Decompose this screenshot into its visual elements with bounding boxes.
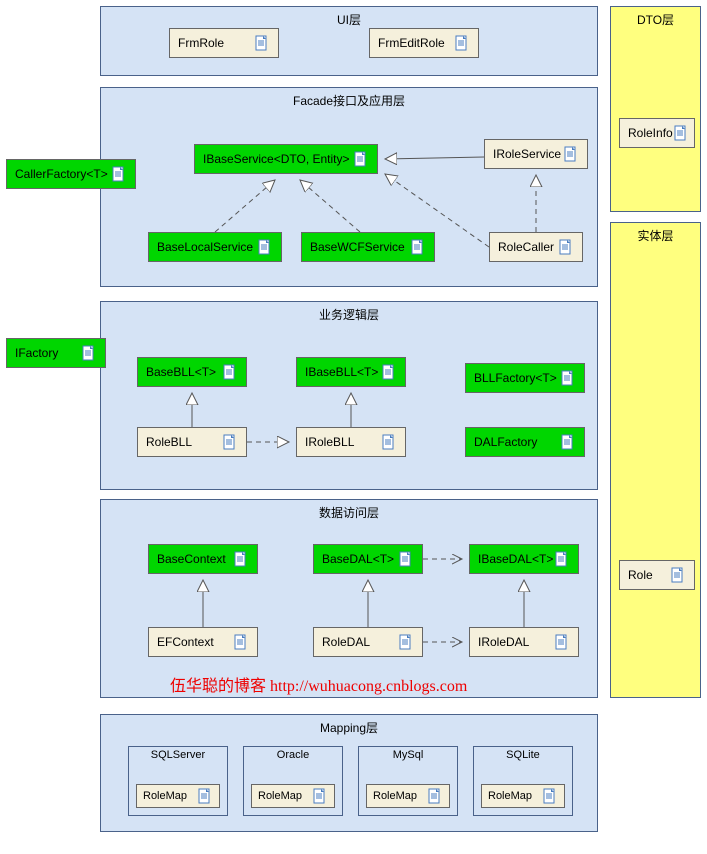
facade-layer-title: Facade接口及应用层 — [101, 88, 597, 113]
oracle-rolemap-label: RoleMap — [258, 790, 302, 802]
irole-dal-label: IRoleDAL — [478, 635, 529, 649]
document-icon — [410, 239, 426, 255]
document-icon — [398, 634, 414, 650]
role-label: Role — [628, 568, 653, 582]
role-info-node: RoleInfo — [619, 118, 695, 148]
sqlserver-rolemap-label: RoleMap — [143, 790, 187, 802]
dal-layer: 数据访问层 — [100, 499, 598, 698]
role-node: Role — [619, 560, 695, 590]
document-icon — [560, 370, 576, 386]
irole-dal-node: IRoleDAL — [469, 627, 579, 657]
ifactory-node: IFactory — [6, 338, 106, 368]
sqlite-rolemap-label: RoleMap — [488, 790, 532, 802]
base-dal-node: BaseDAL<T> — [313, 544, 423, 574]
entity-layer-title: 实体层 — [611, 223, 700, 248]
ifactory-label: IFactory — [15, 346, 58, 360]
document-icon — [254, 35, 270, 51]
document-icon — [554, 634, 570, 650]
mysql-rolemap-label: RoleMap — [373, 790, 417, 802]
role-dal-node: RoleDAL — [313, 627, 423, 657]
base-local-service-label: BaseLocalService — [157, 240, 253, 254]
ef-context-node: EFContext — [148, 627, 258, 657]
bll-layer: 业务逻辑层 — [100, 301, 598, 490]
role-info-label: RoleInfo — [628, 126, 673, 140]
sqlite-rolemap: RoleMap — [481, 784, 565, 808]
mysql-title: MySql — [359, 747, 457, 763]
ibase-service-node: IBaseService<DTO, Entity> — [194, 144, 378, 174]
ibase-dal-label: IBaseDAL<T> — [478, 552, 553, 566]
ibase-service-label: IBaseService<DTO, Entity> — [203, 152, 350, 166]
entity-layer: 实体层 — [610, 222, 701, 698]
frm-role-label: FrmRole — [178, 36, 224, 50]
base-context-label: BaseContext — [157, 552, 226, 566]
document-icon — [111, 166, 127, 182]
role-bll-label: RoleBLL — [146, 435, 192, 449]
caller-factory-label: CallerFactory<T> — [15, 167, 108, 181]
document-icon — [398, 551, 414, 567]
irole-bll-node: IRoleBLL — [296, 427, 406, 457]
frm-edit-role-label: FrmEditRole — [378, 36, 445, 50]
document-icon — [197, 788, 213, 804]
irole-service-node: IRoleService — [484, 139, 588, 169]
base-context-node: BaseContext — [148, 544, 258, 574]
ibase-dal-node: IBaseDAL<T> — [469, 544, 579, 574]
document-icon — [222, 364, 238, 380]
mapping-layer-title: Mapping层 — [101, 715, 597, 740]
dal-layer-title: 数据访问层 — [101, 500, 597, 525]
irole-service-label: IRoleService — [493, 147, 561, 161]
sqlserver-rolemap: RoleMap — [136, 784, 220, 808]
base-local-service-node: BaseLocalService — [148, 232, 282, 262]
document-icon — [673, 125, 689, 141]
role-dal-label: RoleDAL — [322, 635, 370, 649]
bll-factory-node: BLLFactory<T> — [465, 363, 585, 393]
role-bll-node: RoleBLL — [137, 427, 247, 457]
document-icon — [353, 151, 369, 167]
base-bll-node: BaseBLL<T> — [137, 357, 247, 387]
document-icon — [222, 434, 238, 450]
document-icon — [257, 239, 273, 255]
oracle-title: Oracle — [244, 747, 342, 763]
document-icon — [560, 434, 576, 450]
caller-factory-node: CallerFactory<T> — [6, 159, 136, 189]
document-icon — [81, 345, 97, 361]
document-icon — [312, 788, 328, 804]
document-icon — [563, 146, 579, 162]
role-caller-label: RoleCaller — [498, 240, 554, 254]
document-icon — [542, 788, 558, 804]
document-icon — [670, 567, 686, 583]
document-icon — [381, 364, 397, 380]
irole-bll-label: IRoleBLL — [305, 435, 354, 449]
dal-factory-node: DALFactory — [465, 427, 585, 457]
document-icon — [454, 35, 470, 51]
document-icon — [558, 239, 574, 255]
document-icon — [427, 788, 443, 804]
role-caller-node: RoleCaller — [489, 232, 583, 262]
document-icon — [381, 434, 397, 450]
frm-edit-role-node: FrmEditRole — [369, 28, 479, 58]
sqlite-title: SQLite — [474, 747, 572, 763]
dto-layer-title: DTO层 — [611, 7, 700, 32]
watermark-text: 伍华聪的博客 http://wuhuacong.cnblogs.com — [170, 672, 467, 696]
dal-factory-label: DALFactory — [474, 435, 537, 449]
document-icon — [554, 551, 570, 567]
bll-layer-title: 业务逻辑层 — [101, 302, 597, 327]
mysql-rolemap: RoleMap — [366, 784, 450, 808]
base-wcf-service-label: BaseWCFService — [310, 240, 405, 254]
frm-role-node: FrmRole — [169, 28, 279, 58]
base-bll-label: BaseBLL<T> — [146, 365, 216, 379]
oracle-rolemap: RoleMap — [251, 784, 335, 808]
dto-layer: DTO层 — [610, 6, 701, 212]
base-dal-label: BaseDAL<T> — [322, 552, 394, 566]
sqlserver-title: SQLServer — [129, 747, 227, 763]
document-icon — [233, 551, 249, 567]
document-icon — [233, 634, 249, 650]
ibase-bll-node: IBaseBLL<T> — [296, 357, 406, 387]
ef-context-label: EFContext — [157, 635, 214, 649]
base-wcf-service-node: BaseWCFService — [301, 232, 435, 262]
ibase-bll-label: IBaseBLL<T> — [305, 365, 378, 379]
bll-factory-label: BLLFactory<T> — [474, 371, 557, 385]
